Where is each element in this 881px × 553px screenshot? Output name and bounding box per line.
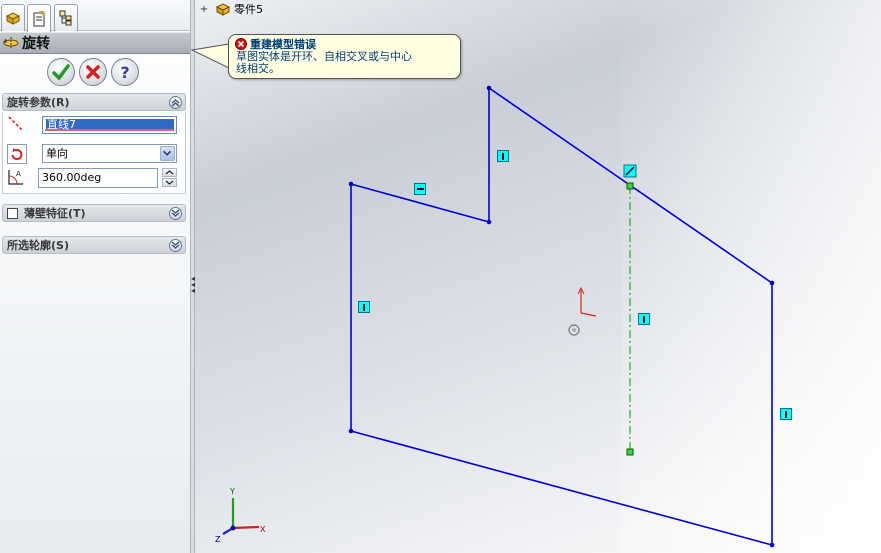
axis-of-revolution-field[interactable]: 直线7: [42, 116, 177, 134]
svg-text:A: A: [16, 170, 21, 178]
help-icon: ?: [120, 63, 129, 82]
origin-icon: [568, 286, 597, 336]
feature-title-bar: 旋转: [0, 32, 190, 54]
tab-feature-manager[interactable]: [1, 4, 25, 31]
rotation-params-header[interactable]: 旋转参数(R): [2, 93, 186, 111]
thin-feature-header[interactable]: 薄壁特征(T): [2, 204, 186, 222]
angle-value: 360.00deg: [42, 171, 102, 184]
sketch-point[interactable]: [486, 85, 492, 91]
selected-contours-header[interactable]: 所选轮廓(S): [2, 236, 186, 254]
rotation-params-title: 旋转参数(R): [7, 96, 70, 109]
thin-feature-title: 薄壁特征(T): [24, 207, 86, 220]
axis-of-revolution-icon: [6, 114, 26, 134]
property-manager-panel: 旋转 ? 旋转参数(R) 直线7 单向 A 360.00deg 薄壁特征(T) …: [0, 0, 190, 553]
sketch-point[interactable]: [348, 428, 354, 434]
close-icon: [86, 65, 100, 79]
ok-button[interactable]: [47, 58, 75, 86]
centerline-endpoint[interactable]: [626, 448, 634, 456]
vertical-relation-icon[interactable]: [358, 301, 370, 313]
svg-text:X: X: [260, 525, 266, 534]
sketch-point[interactable]: [348, 181, 354, 187]
angle-spinner: [162, 168, 177, 188]
centerline-endpoint[interactable]: [626, 182, 634, 190]
svg-text:Z: Z: [215, 535, 221, 544]
reverse-direction-icon: [11, 147, 23, 161]
svg-text:?: ?: [120, 63, 129, 82]
sketch-points: [348, 85, 775, 548]
angle-field[interactable]: 360.00deg: [38, 168, 158, 188]
spin-up-button[interactable]: [162, 168, 177, 177]
property-sheet-icon: [33, 10, 45, 26]
chevron-down-icon[interactable]: [160, 146, 175, 161]
thin-feature-checkbox[interactable]: [7, 207, 18, 219]
error-icon: [235, 38, 247, 50]
spin-down-button[interactable]: [162, 178, 177, 187]
expand-icon[interactable]: [169, 207, 182, 220]
selected-contours-title: 所选轮廓(S): [7, 239, 69, 252]
help-button[interactable]: ?: [111, 58, 139, 86]
svg-text:Y: Y: [229, 487, 235, 496]
triad-icon: Y X Z: [215, 487, 266, 544]
sketch-point[interactable]: [769, 542, 775, 548]
expand-icon[interactable]: [169, 239, 182, 252]
revolve-type-value: 单向: [46, 147, 68, 160]
feature-tree-icon: [5, 12, 21, 25]
tab-property-manager[interactable]: [27, 4, 51, 32]
reverse-direction-button[interactable]: [7, 144, 27, 164]
cancel-button[interactable]: [79, 58, 107, 86]
horizontal-relation-icon[interactable]: [414, 183, 426, 195]
revolve-type-select[interactable]: 单向: [42, 144, 177, 163]
checkmark-icon: [52, 64, 70, 81]
error-message-line-2: 线相交。: [236, 62, 280, 75]
revolve-icon: [3, 37, 19, 49]
sketch-canvas[interactable]: Y X Z: [195, 0, 881, 553]
coincident-relation-icon[interactable]: [623, 164, 637, 178]
panel-tab-strip: [0, 0, 190, 32]
sketch-line[interactable]: [350, 430, 773, 546]
sketch-profile[interactable]: [350, 87, 773, 546]
tab-configuration-manager[interactable]: [54, 4, 78, 31]
axis-value: 直线7: [46, 119, 174, 131]
vertical-relation-icon[interactable]: [638, 313, 650, 325]
sketch-point[interactable]: [486, 219, 492, 225]
configuration-icon: [59, 10, 72, 26]
feature-title: 旋转: [22, 36, 50, 52]
tooltip-pointer: [190, 43, 230, 69]
error-tooltip-header: 重建模型错误: [235, 37, 454, 51]
collapse-icon[interactable]: [169, 96, 182, 109]
vertical-relation-icon[interactable]: [497, 150, 509, 162]
vertical-relation-icon[interactable]: [780, 408, 792, 420]
action-buttons: ?: [47, 58, 139, 86]
error-tooltip: 重建模型错误 草图实体是开环、自相交叉或与中心 线相交。: [228, 34, 461, 79]
sketch-point[interactable]: [769, 280, 775, 286]
angle-icon: A: [6, 167, 26, 187]
